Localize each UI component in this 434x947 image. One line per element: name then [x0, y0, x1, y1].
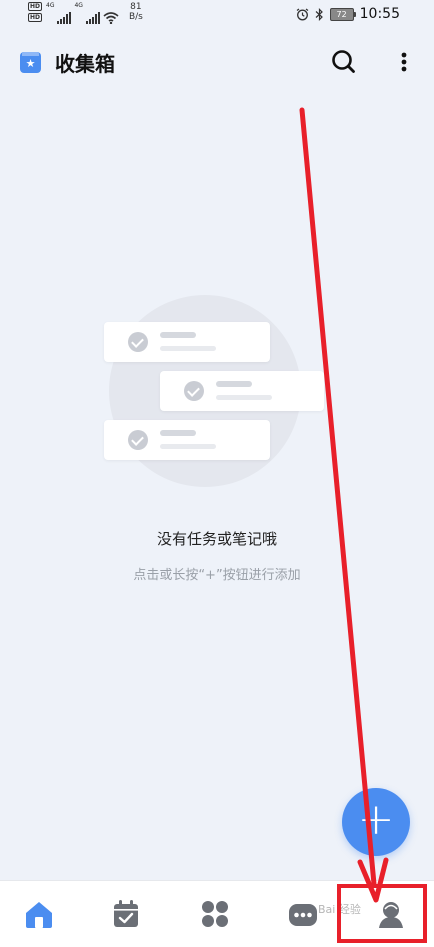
- alarm-icon: [296, 8, 309, 20]
- plus-icon: +: [357, 794, 395, 845]
- calendar-icon: [114, 900, 138, 927]
- nav-item-home[interactable]: [22, 897, 56, 931]
- home-icon: [26, 902, 52, 928]
- status-left: HD HD 4G 4G 81 B/s: [28, 2, 143, 24]
- status-time: 10:55: [359, 6, 400, 22]
- nav-item-apps[interactable]: [198, 897, 232, 931]
- profile-icon: [379, 902, 403, 928]
- illustration-card: [104, 420, 270, 460]
- inbox-icon-glyph: ★: [25, 57, 36, 70]
- placeholder-line: [160, 444, 216, 449]
- network-speed: 81 B/s: [129, 2, 143, 22]
- more-vertical-icon: [401, 52, 407, 72]
- battery-indicator: 72: [329, 7, 356, 21]
- network-type-label: 4G: [74, 2, 83, 9]
- wifi-icon: [103, 12, 119, 24]
- placeholder-line: [160, 430, 196, 436]
- signal-group: 4G 4G: [46, 2, 119, 24]
- status-right: 72 10:55: [296, 6, 400, 22]
- page-title: 收集箱: [55, 52, 115, 76]
- empty-state-hint: 点击或长按“+”按钮进行添加: [133, 568, 301, 583]
- inbox-icon: ★: [20, 52, 41, 73]
- signal-strength-icon: [57, 12, 72, 24]
- nav-item-profile[interactable]: [374, 897, 408, 931]
- empty-state-title: 没有任务或笔记哦: [156, 530, 277, 548]
- search-button[interactable]: [330, 48, 358, 76]
- add-button[interactable]: +: [342, 788, 410, 856]
- placeholder-line: [216, 381, 252, 387]
- annotation-arrow-line: [299, 107, 377, 887]
- nav-item-calendar[interactable]: [109, 897, 143, 931]
- hd-badge: HD: [28, 2, 43, 11]
- check-circle-icon: [184, 381, 204, 401]
- check-circle-icon: [128, 430, 148, 450]
- bluetooth-icon: [315, 7, 323, 21]
- network-speed-unit: B/s: [128, 12, 143, 22]
- more-options-button[interactable]: [394, 48, 414, 76]
- apps-grid-icon: [202, 901, 228, 927]
- status-bar: HD HD 4G 4G 81 B/s 72 10:55: [0, 0, 434, 30]
- illustration-card: [160, 371, 324, 411]
- empty-state-illustration: [100, 292, 330, 492]
- hd-badge: HD: [28, 13, 43, 22]
- watermark-text: Bai 经验: [318, 903, 361, 916]
- placeholder-line: [160, 346, 216, 351]
- hd-badges: HD HD: [28, 2, 43, 22]
- search-icon: [332, 50, 355, 73]
- network-speed-value: 81: [130, 2, 142, 12]
- signal-strength-icon: [85, 12, 100, 24]
- network-type-label: 4G: [46, 2, 55, 9]
- placeholder-line: [160, 332, 196, 338]
- placeholder-line: [216, 395, 272, 400]
- bottom-nav: [0, 880, 434, 947]
- app-bar: ★ 收集箱: [0, 38, 434, 86]
- illustration-card: [104, 322, 270, 362]
- nav-item-more[interactable]: [286, 897, 320, 931]
- check-circle-icon: [128, 332, 148, 352]
- more-dots-icon: [289, 904, 317, 926]
